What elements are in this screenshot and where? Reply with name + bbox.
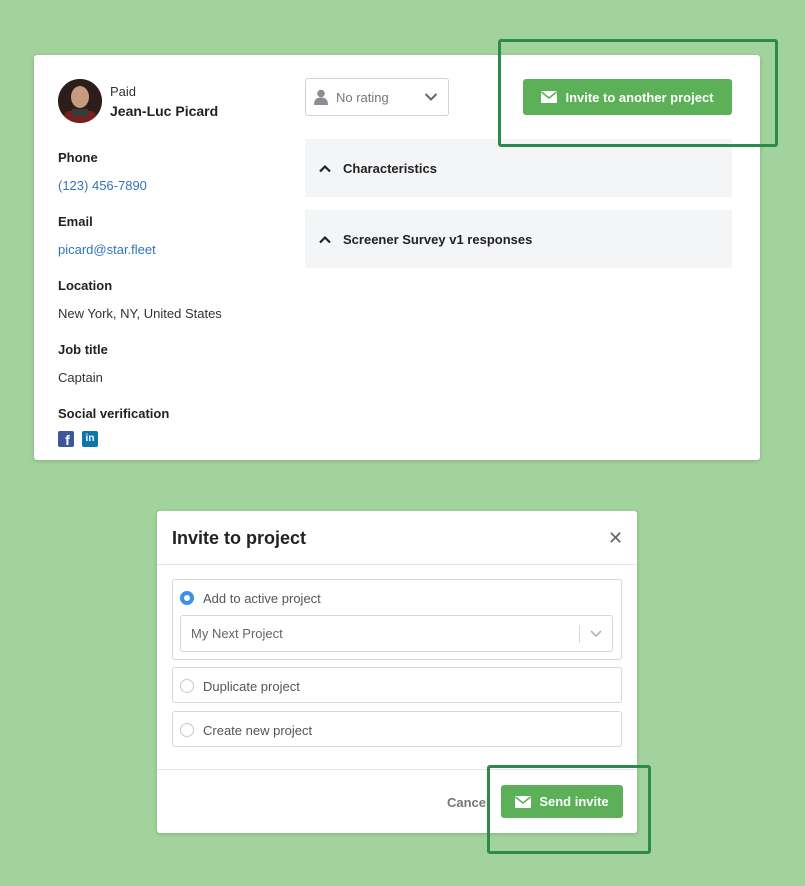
email-value[interactable]: picard@star.fleet <box>58 242 156 257</box>
location-value: New York, NY, United States <box>58 306 222 321</box>
chevron-down-icon <box>590 630 602 638</box>
chevron-down-icon <box>424 93 438 101</box>
linkedin-icon[interactable]: in <box>82 431 98 447</box>
rating-label: No rating <box>336 89 389 105</box>
phone-label: Phone <box>58 150 98 165</box>
rating-dropdown[interactable]: No rating <box>305 78 449 116</box>
participant-card: Paid Jean-Luc Picard Phone (123) 456-789… <box>34 55 760 460</box>
invite-to-another-project-button[interactable]: Invite to another project <box>523 79 732 115</box>
modal-footer-divider <box>157 769 637 770</box>
user-icon <box>314 89 328 105</box>
option-label: Duplicate project <box>203 679 300 694</box>
social-icons: f in <box>58 431 98 447</box>
option-duplicate-project[interactable]: Duplicate project <box>172 667 622 703</box>
modal-header-divider <box>157 564 637 565</box>
characteristics-section[interactable]: Characteristics <box>305 139 732 197</box>
screener-survey-title: Screener Survey v1 responses <box>343 231 533 247</box>
option-create-new-project[interactable]: Create new project <box>172 711 622 747</box>
screener-survey-section[interactable]: Screener Survey v1 responses <box>305 210 732 268</box>
option-label: Create new project <box>203 723 313 738</box>
phone-value[interactable]: (123) 456-7890 <box>58 178 147 193</box>
avatar <box>58 79 102 123</box>
send-invite-label: Send invite <box>539 794 609 809</box>
participant-name: Jean-Luc Picard <box>110 103 219 119</box>
option-label: Add to active project <box>203 591 321 606</box>
project-select-value: My Next Project <box>191 626 283 641</box>
chevron-up-icon <box>319 235 331 243</box>
radio-duplicate-project[interactable] <box>180 679 194 693</box>
chevron-up-icon <box>319 164 331 172</box>
invite-modal: Invite to project ✕ Add to active projec… <box>157 511 637 833</box>
close-icon[interactable]: ✕ <box>608 529 623 547</box>
option-add-to-active-project[interactable]: Add to active project My Next Project <box>172 579 622 660</box>
participant-status: Paid <box>110 84 137 99</box>
select-separator <box>579 625 580 643</box>
avatar-image <box>58 79 102 123</box>
project-select[interactable]: My Next Project <box>180 615 613 652</box>
job-title-value: Captain <box>58 370 103 385</box>
envelope-icon <box>515 795 532 808</box>
modal-title: Invite to project <box>172 528 307 548</box>
cancel-button[interactable]: Cancel <box>447 795 490 810</box>
invite-button-label: Invite to another project <box>565 89 714 105</box>
radio-create-new-project[interactable] <box>180 723 194 737</box>
job-title-label: Job title <box>58 342 108 357</box>
social-verification-label: Social verification <box>58 406 170 421</box>
email-label: Email <box>58 214 93 229</box>
envelope-icon <box>541 91 558 103</box>
characteristics-title: Characteristics <box>343 160 437 176</box>
radio-add-to-active-project[interactable] <box>180 591 194 605</box>
send-invite-button[interactable]: Send invite <box>501 785 623 818</box>
location-label: Location <box>58 278 113 293</box>
facebook-icon[interactable]: f <box>58 431 74 447</box>
